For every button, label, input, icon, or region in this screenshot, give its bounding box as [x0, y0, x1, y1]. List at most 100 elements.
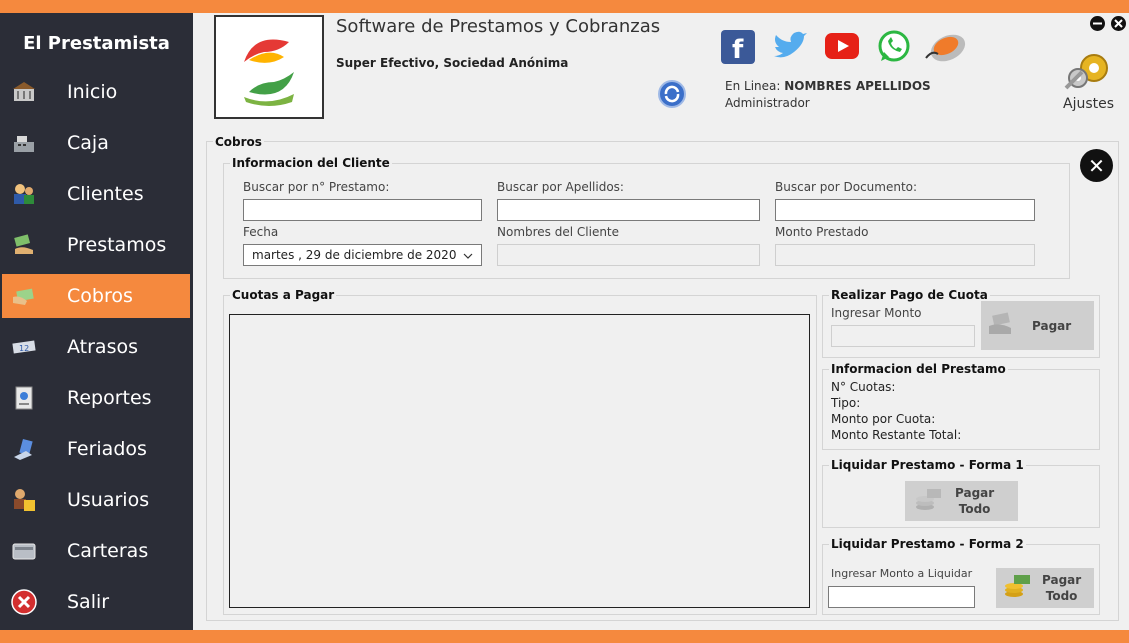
pay-all-button-2[interactable]: Pagar Todo	[996, 568, 1094, 608]
online-user: NOMBRES APELLIDOS	[784, 79, 931, 93]
online-label: En Linea:	[725, 79, 781, 93]
sidebar-item-feriados[interactable]: Feriados	[2, 427, 190, 471]
close-panel-button[interactable]: ✕	[1080, 149, 1113, 182]
pay-all-line2: Todo	[1045, 589, 1078, 603]
report-icon	[11, 385, 37, 411]
chevron-down-icon	[463, 248, 473, 262]
pay-button[interactable]: Pagar	[981, 301, 1094, 350]
installments-title: Cuotas a Pagar	[230, 288, 337, 302]
sidebar-item-label: Salir	[67, 591, 110, 613]
sidebar-item-clientes[interactable]: Clientes	[2, 172, 190, 216]
gear-icon[interactable]	[1062, 50, 1114, 96]
refresh-icon[interactable]	[658, 80, 686, 112]
date-value: martes , 29 de diciembre de 2020	[252, 248, 457, 262]
loan-amount-label: Monto Prestado	[775, 225, 869, 239]
facebook-icon[interactable]: f	[721, 30, 755, 68]
sidebar-item-caja[interactable]: Caja	[2, 121, 190, 165]
minimize-button[interactable]	[1090, 16, 1105, 31]
sidebar: El Prestamista Inicio Caja Clientes Pres…	[0, 13, 193, 630]
search-loan-input[interactable]	[243, 199, 482, 221]
sidebar-item-carteras[interactable]: Carteras	[2, 529, 190, 573]
cash-register-icon	[11, 130, 37, 156]
sidebar-item-inicio[interactable]: Inicio	[2, 70, 190, 114]
client-info-title: Informacion del Cliente	[230, 156, 392, 170]
coins-icon	[1002, 572, 1032, 604]
payment-amount-label: Ingresar Monto	[831, 306, 922, 320]
bank-icon	[11, 79, 37, 105]
pay-button-label: Pagar	[1032, 318, 1072, 333]
search-document-input[interactable]	[775, 199, 1035, 221]
client-name-label: Nombres del Cliente	[497, 225, 620, 239]
delay-icon: 12	[11, 334, 37, 360]
sidebar-item-label: Inicio	[67, 81, 118, 103]
date-label: Fecha	[243, 225, 279, 239]
cobros-title: Cobros	[213, 135, 264, 149]
sidebar-item-label: Prestamos	[67, 234, 167, 256]
users-icon	[11, 487, 37, 513]
sidebar-item-cobros[interactable]: Cobros	[2, 274, 190, 318]
search-lastname-label: Buscar por Apellidos:	[497, 180, 624, 194]
loan-info-title: Informacion del Prestamo	[829, 362, 1008, 376]
loan-amount-field	[775, 244, 1035, 266]
company-name: Super Efectivo, Sociedad Anónima	[336, 56, 569, 70]
liquidate2-title: Liquidar Prestamo - Forma 2	[829, 537, 1026, 551]
liquidate1-title: Liquidar Prestamo - Forma 1	[829, 458, 1026, 472]
sidebar-item-label: Reportes	[67, 387, 152, 409]
money-hand-icon	[987, 310, 1017, 342]
clients-icon	[11, 181, 37, 207]
settings-label[interactable]: Ajustes	[1063, 96, 1114, 112]
sidebar-item-atrasos[interactable]: 12 Atrasos	[2, 325, 190, 369]
pay-all-button-1[interactable]: Pagar Todo	[905, 481, 1018, 521]
sidebar-item-salir[interactable]: Salir	[2, 580, 190, 624]
sidebar-item-usuarios[interactable]: Usuarios	[2, 478, 190, 522]
sidebar-item-label: Carteras	[67, 540, 149, 562]
sidebar-item-reportes[interactable]: Reportes	[2, 376, 190, 420]
pay-all-line2: Todo	[958, 502, 991, 516]
liquidate-amount-label: Ingresar Monto a Liquidar	[831, 567, 973, 580]
window-close-button[interactable]	[1111, 16, 1126, 31]
app-title: Software de Prestamos y Cobranzas	[336, 16, 661, 37]
money-hand-icon	[11, 232, 37, 258]
payment-title: Realizar Pago de Cuota	[829, 288, 990, 302]
youtube-icon[interactable]	[825, 33, 859, 63]
exit-icon	[11, 589, 37, 615]
sidebar-item-label: Atrasos	[67, 336, 138, 358]
sidebar-item-label: Feriados	[67, 438, 147, 460]
search-lastname-input[interactable]	[497, 199, 760, 221]
loan-installments-label: N° Cuotas:	[831, 380, 896, 394]
wallet-icon	[11, 538, 37, 564]
loan-type-label: Tipo:	[831, 396, 861, 410]
loan-amount-per-label: Monto por Cuota:	[831, 412, 936, 426]
pay-all-line1: Pagar	[955, 486, 995, 500]
svg-text:f: f	[732, 35, 744, 64]
date-picker[interactable]: martes , 29 de diciembre de 2020	[243, 244, 482, 266]
app-brand: El Prestamista	[23, 33, 170, 54]
sidebar-item-label: Usuarios	[67, 489, 150, 511]
bottom-accent-bar	[0, 630, 1129, 643]
top-accent-bar	[0, 0, 1129, 13]
search-document-label: Buscar por Documento:	[775, 180, 918, 194]
twitter-icon[interactable]	[772, 30, 808, 68]
sidebar-item-label: Cobros	[67, 285, 133, 307]
loan-remaining-label: Monto Restante Total:	[831, 428, 962, 442]
sidebar-item-prestamos[interactable]: Prestamos	[2, 223, 190, 267]
pay-all-label-2: Pagar Todo	[1042, 572, 1081, 604]
payment-amount-input[interactable]	[831, 325, 975, 347]
search-loan-label: Buscar por n° Prestamo:	[243, 180, 390, 194]
sidebar-item-label: Clientes	[67, 183, 144, 205]
client-name-field	[497, 244, 760, 266]
coins-icon	[913, 485, 943, 517]
collect-icon	[11, 283, 37, 309]
installments-grid[interactable]	[229, 314, 810, 608]
liquidate-amount-input[interactable]	[828, 586, 975, 608]
pay-all-line1: Pagar	[1042, 573, 1082, 587]
online-status: En Linea: NOMBRES APELLIDOS	[725, 79, 931, 93]
company-logo	[214, 15, 324, 119]
pay-all-label-1: Pagar Todo	[955, 485, 994, 517]
sidebar-item-label: Caja	[67, 132, 109, 154]
mouse-icon[interactable]	[922, 30, 970, 68]
holiday-icon	[11, 436, 37, 462]
user-role: Administrador	[725, 96, 810, 110]
svg-text:12: 12	[19, 344, 29, 353]
whatsapp-icon[interactable]	[877, 30, 911, 68]
